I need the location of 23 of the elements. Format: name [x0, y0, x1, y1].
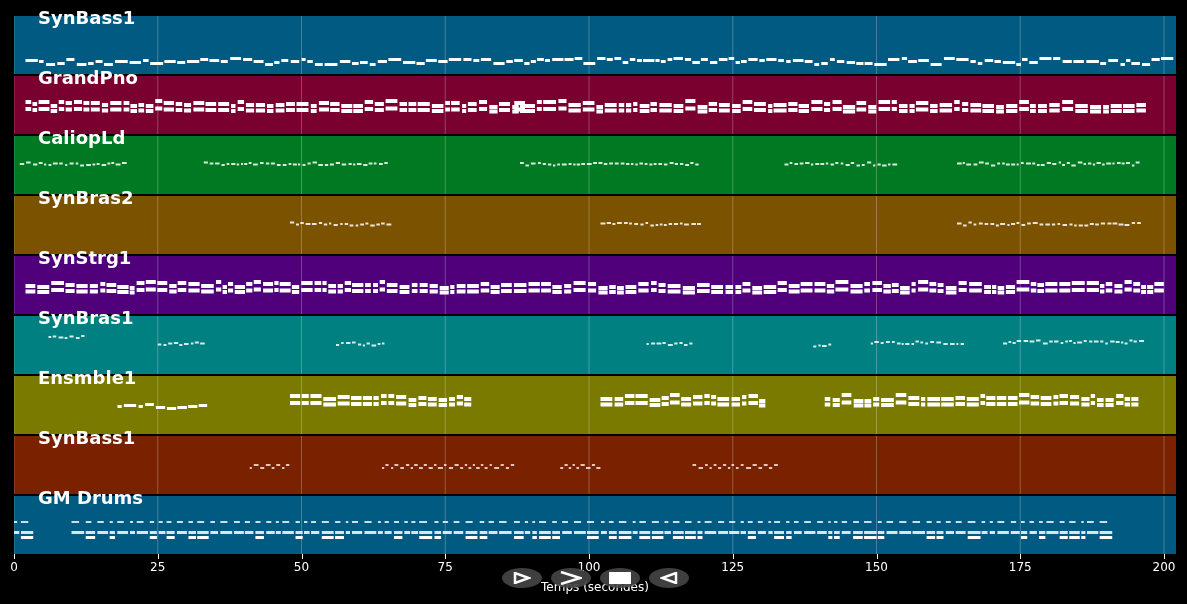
- triangle-left-icon: [660, 572, 678, 584]
- track-name: SynStrg1: [38, 248, 132, 268]
- axis-title: Temps (secondes): [541, 580, 649, 594]
- playback-button[interactable]: [502, 568, 542, 588]
- tick-label: 50: [293, 560, 310, 574]
- track-name: SynBras1: [38, 308, 134, 328]
- tick-label: 200: [1152, 560, 1176, 574]
- track-name: SynBass1: [38, 428, 136, 448]
- play-icon: [513, 572, 531, 584]
- tick-label: 25: [150, 560, 166, 574]
- tick-label: 100: [577, 560, 601, 574]
- track-name: Ensmble1: [38, 368, 137, 388]
- tick-label: 75: [437, 560, 453, 574]
- track-name: CaliopLd: [38, 128, 126, 148]
- tick-label: 0: [10, 560, 18, 574]
- track-name: GrandPno: [38, 68, 138, 88]
- track-name: SynBass1: [38, 8, 136, 28]
- tick-label: 125: [721, 560, 745, 574]
- playback-button[interactable]: [649, 568, 689, 588]
- tick-label: 150: [865, 560, 888, 574]
- tick-label: 175: [1008, 560, 1032, 574]
- track-name: SynBras2: [38, 188, 134, 208]
- track-name: GM Drums: [38, 488, 144, 508]
